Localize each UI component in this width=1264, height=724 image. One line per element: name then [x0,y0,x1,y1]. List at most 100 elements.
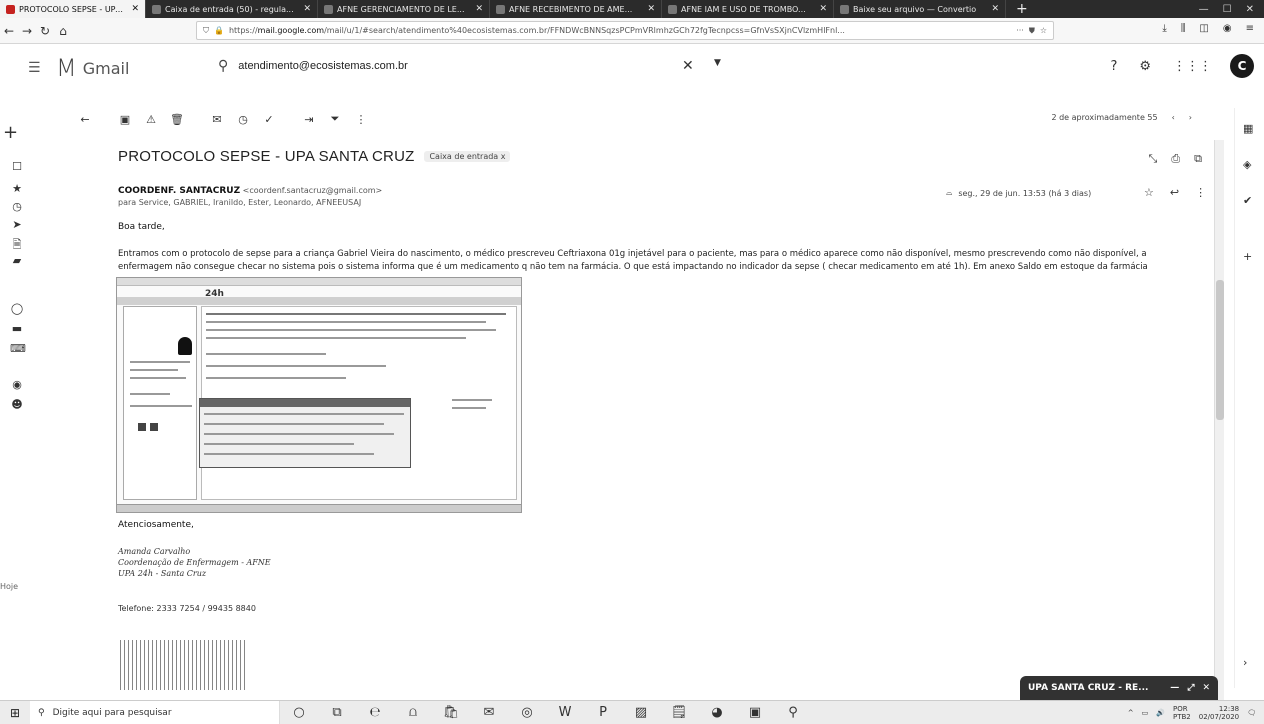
word-icon[interactable]: W [546,705,584,720]
back-to-list-icon[interactable]: ← [72,113,98,126]
library-icon[interactable]: ⫼ [1181,23,1186,34]
notepad-icon[interactable]: 🗒 [660,705,698,720]
sidebar-icon[interactable]: ◫ [1199,23,1208,34]
close-icon[interactable]: ✕ [647,4,655,14]
close-icon[interactable]: ✕ [475,4,483,14]
keep-icon[interactable]: ◈ [1243,158,1251,171]
search-icon[interactable]: ⚲ [218,58,228,74]
add-task-icon[interactable]: ✓ [256,113,282,126]
drafts-icon[interactable]: 🗎 [10,236,24,255]
sender-name[interactable]: COORDENF. SANTACRUZ [118,186,240,196]
labels-icon[interactable]: ⏷ [322,112,348,126]
snoozed-icon[interactable]: ◷ [10,200,24,213]
newer-icon[interactable]: ‹ [1172,113,1175,122]
report-spam-icon[interactable]: ⚠ [138,113,164,126]
minimize-compose-icon[interactable]: — [1170,683,1179,693]
help-icon[interactable]: ? [1110,59,1117,74]
close-icon[interactable]: ✕ [991,4,999,14]
reply-icon[interactable]: ↩ [1170,186,1179,199]
pocket-icon[interactable]: ⛊ [1029,26,1035,36]
back-icon[interactable]: ← [0,24,18,38]
volume-icon[interactable]: 🔊 [1156,709,1165,717]
video-app-icon[interactable]: ▣ [736,705,774,720]
edge-icon[interactable]: ℮ [356,705,394,720]
meet-icon[interactable]: ◯ [10,302,24,315]
store-icon[interactable]: 🛍 [432,705,470,720]
message-more-icon[interactable]: ⋮ [1195,186,1206,199]
notifications-icon[interactable]: 🗨 [1247,709,1256,717]
starred-icon[interactable]: ★ [10,182,24,195]
minimized-compose-window[interactable]: UPA SANTA CRUZ - RE... — ⤢ ✕ [1020,676,1218,700]
mail-app-icon[interactable]: ✉ [470,705,508,720]
print-icon[interactable]: ⎙ [1171,152,1180,166]
snooze-icon[interactable]: ◷ [230,113,256,126]
label-icon[interactable]: ▰ [10,254,24,267]
archive-icon[interactable]: ▣ [112,113,138,126]
scroll-thumb[interactable] [1216,280,1224,420]
open-new-window-icon[interactable]: ⧉ [1194,152,1202,166]
inline-screenshot-image[interactable]: 24h [116,277,522,513]
main-menu-icon[interactable]: ☰ [28,60,41,76]
reload-icon[interactable]: ↻ [36,24,54,38]
add-addon-icon[interactable]: + [1243,250,1252,263]
account-avatar[interactable]: C [1230,54,1254,78]
fullscreen-compose-icon[interactable]: ⤢ [1187,683,1194,693]
older-icon[interactable]: › [1189,113,1192,122]
delete-icon[interactable]: 🗑 [164,113,190,126]
windows-start-icon[interactable]: ⊞ [0,706,30,720]
extension-icon[interactable]: ◉ [1223,23,1232,34]
search-options-icon[interactable]: ▼ [714,58,721,68]
clear-search-icon[interactable]: ✕ [682,58,694,74]
star-icon[interactable]: ☆ [1040,26,1047,35]
menu-icon[interactable]: ≡ [1246,23,1254,34]
more-options-icon[interactable]: ⋮ [348,113,374,126]
recipients[interactable]: para Service, GABRIEL, Iranildo, Ester, … [118,198,361,207]
new-tab-button[interactable]: + [1006,0,1038,18]
gmail-logo[interactable]: M Gmail [56,54,129,82]
keyboard-icon[interactable]: ⌨ [10,342,26,355]
mark-unread-icon[interactable]: ✉ [204,113,230,126]
network-icon[interactable]: ▭ [1142,709,1149,717]
contact-icon[interactable]: ☻ [10,398,24,411]
sent-icon[interactable]: ➤ [10,218,24,231]
calendar-icon[interactable]: ▦ [1243,122,1253,135]
minimize-icon[interactable]: — [1199,4,1209,15]
forward-icon[interactable]: → [18,24,36,38]
star-message-icon[interactable]: ☆ [1144,186,1154,199]
move-to-icon[interactable]: ⇥ [296,113,322,126]
download-icon[interactable]: ⤓ [1162,23,1166,34]
tab-afne-iam[interactable]: AFNE IAM E USO DE TROMBO... ✕ [662,0,834,18]
language-indicator[interactable]: POR PTB2 [1173,705,1191,721]
more-icon[interactable]: ··· [1016,26,1024,35]
cortana-icon[interactable]: ○ [280,705,318,720]
photos-icon[interactable]: ▨ [622,705,660,720]
close-icon[interactable]: ✕ [131,4,139,14]
close-icon[interactable]: ✕ [303,4,311,14]
firefox-icon[interactable]: ◕ [698,705,736,720]
pinned-app-icon[interactable]: ⚲ [774,705,812,720]
tab-afne-gerenciamento[interactable]: AFNE GERENCIAMENTO DE LE... ✕ [318,0,490,18]
powerpoint-icon[interactable]: P [584,705,622,720]
tasks-icon[interactable]: ✔ [1243,194,1252,207]
search-input[interactable] [238,60,669,72]
tab-caixa-entrada[interactable]: Caixa de entrada (50) - regula... ✕ [146,0,318,18]
task-view-icon[interactable]: ⧉ [318,705,356,720]
hangouts-icon[interactable]: ◉ [10,378,24,391]
inbox-icon[interactable]: ☐ [10,160,24,173]
clock[interactable]: 12:38 02/07/2020 [1199,705,1239,721]
expand-all-icon[interactable]: ⤡ [1149,152,1158,166]
close-window-icon[interactable]: ✕ [1246,4,1254,15]
inbox-label-chip[interactable]: Caixa de entrada x [424,151,511,162]
close-compose-icon[interactable]: ✕ [1202,683,1210,693]
apps-grid-icon[interactable]: ⋮⋮⋮ [1173,59,1212,74]
close-icon[interactable]: ✕ [819,4,827,14]
video-icon[interactable]: ▬ [10,322,24,335]
message-scrollbar[interactable] [1214,140,1224,700]
tab-afne-recebimento[interactable]: AFNE RECEBIMENTO DE AME... ✕ [490,0,662,18]
network-app-icon[interactable]: ⩍ [394,705,432,720]
tab-convertio[interactable]: Baixe seu arquivo — Convertio ✕ [834,0,1006,18]
expand-panel-icon[interactable]: › [1243,656,1247,669]
settings-gear-icon[interactable]: ⚙ [1139,59,1151,74]
home-icon[interactable]: ⌂ [54,24,72,38]
tab-protocolo-sepse[interactable]: PROTOCOLO SEPSE - UPA SAN ✕ [0,0,146,18]
